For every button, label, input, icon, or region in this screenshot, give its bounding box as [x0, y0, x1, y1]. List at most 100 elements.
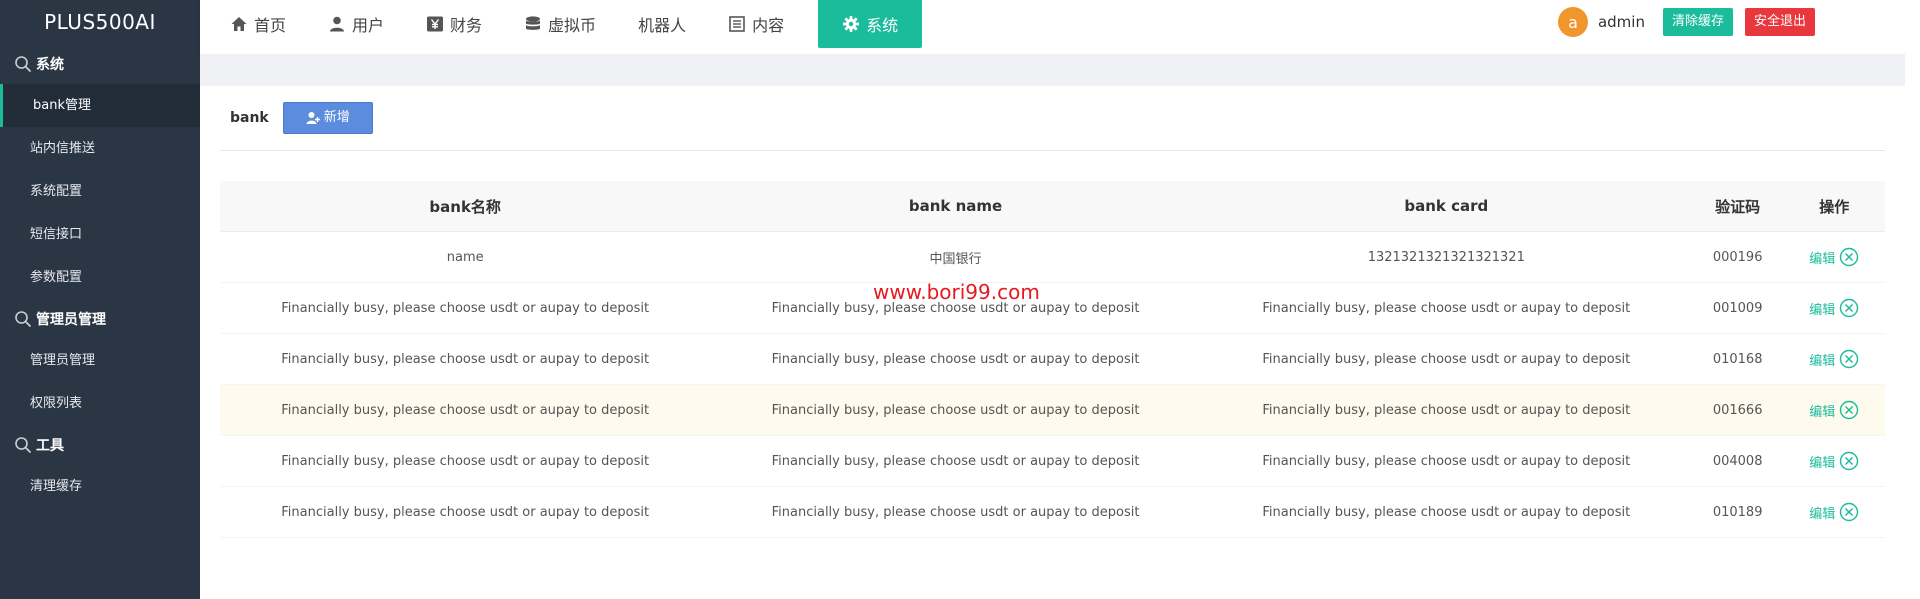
delete-circle-x-icon[interactable]	[1839, 502, 1859, 522]
edit-link[interactable]: 编辑	[1809, 248, 1835, 267]
edit-link[interactable]: 编辑	[1809, 401, 1835, 420]
topnav-users[interactable]: 用户	[304, 0, 402, 48]
sidebar-item-sms[interactable]: 短信接口	[0, 213, 200, 256]
sidebar-item-admins[interactable]: 管理员管理	[0, 339, 200, 382]
cell-bank-name: Financially busy, please choose usdt or …	[710, 333, 1201, 385]
toolbar: bank 新增	[220, 86, 1885, 151]
row-actions: 编辑	[1809, 502, 1859, 522]
cell-bank-name: 中国银行	[710, 231, 1201, 283]
delete-circle-x-icon[interactable]	[1839, 400, 1859, 420]
cell-bank-name: Financially busy, please choose usdt or …	[710, 486, 1201, 538]
topnav-content[interactable]: 内容	[704, 0, 802, 48]
logout-button[interactable]: 安全退出	[1744, 8, 1815, 36]
yen-icon	[426, 15, 444, 33]
topnav-label: 内容	[752, 16, 785, 35]
top-nav: 首页 用户 财务 虚拟币 机器人 内容 系统	[200, 0, 923, 54]
header-bank-card[interactable]: bank card	[1200, 181, 1692, 232]
delete-circle-x-icon[interactable]	[1839, 247, 1859, 267]
clear-cache-button[interactable]: 清除缓存	[1662, 8, 1733, 36]
search-icon	[14, 55, 32, 73]
topnav-robot[interactable]: 机器人	[614, 0, 704, 48]
cell-bank-name-cn: name	[220, 231, 711, 283]
topnav-finance[interactable]: 财务	[402, 0, 500, 48]
sidebar-item-permissions[interactable]: 权限列表	[0, 382, 200, 425]
edit-link[interactable]: 编辑	[1809, 452, 1835, 471]
sidebar-group-system[interactable]: 系统	[0, 44, 200, 84]
cell-code: 010189	[1691, 486, 1784, 538]
table-row: Financially busy, please choose usdt or …	[220, 486, 1885, 538]
add-button[interactable]: 新增	[282, 102, 373, 134]
cell-code: 000196	[1691, 231, 1784, 283]
content-header-strip	[200, 54, 1905, 86]
avatar[interactable]: a	[1557, 7, 1588, 37]
cell-code: 001009	[1691, 282, 1784, 334]
table-row: name 中国银行 1321321321321321321 000196 编辑	[220, 231, 1885, 283]
delete-circle-x-icon[interactable]	[1839, 451, 1859, 471]
topnav-label: 首页	[254, 16, 287, 35]
cell-bank-card: 1321321321321321321	[1200, 231, 1692, 283]
add-button-label: 新增	[323, 110, 350, 125]
cell-bank-name-cn: Financially busy, please choose usdt or …	[220, 333, 711, 385]
sidebar-item-params[interactable]: 参数配置	[0, 256, 200, 299]
database-icon	[524, 15, 542, 33]
sidebar-item-bank[interactable]: bank管理	[0, 84, 200, 127]
row-actions: 编辑	[1809, 247, 1859, 267]
cell-actions: 编辑	[1783, 435, 1885, 487]
sidebar-item-message-push[interactable]: 站内信推送	[0, 127, 200, 170]
cell-bank-name-cn: Financially busy, please choose usdt or …	[220, 384, 711, 436]
row-actions: 编辑	[1809, 451, 1859, 471]
sidebar-item-system-config[interactable]: 系统配置	[0, 170, 200, 213]
header-bank-name[interactable]: bank name	[710, 181, 1201, 232]
top-bar: 首页 用户 财务 虚拟币 机器人 内容 系统 a admin 清除缓存 安全退出	[200, 0, 1905, 54]
table-row: Financially busy, please choose usdt or …	[220, 333, 1885, 385]
sidebar-group-label: 工具	[36, 438, 64, 454]
row-actions: 编辑	[1809, 298, 1859, 318]
topnav-label: 虚拟币	[548, 16, 597, 35]
search-icon	[14, 436, 32, 454]
main-content: bank 新增 bank名称 bank name bank card 验证码 操…	[220, 86, 1885, 538]
cell-bank-card: Financially busy, please choose usdt or …	[1200, 435, 1692, 487]
header-actions: 操作	[1783, 181, 1885, 232]
row-actions: 编辑	[1809, 349, 1859, 369]
delete-circle-x-icon[interactable]	[1839, 349, 1859, 369]
edit-link[interactable]: 编辑	[1809, 503, 1835, 522]
edit-link[interactable]: 编辑	[1809, 350, 1835, 369]
cell-bank-card: Financially busy, please choose usdt or …	[1200, 384, 1692, 436]
table-row: Financially busy, please choose usdt or …	[220, 282, 1885, 334]
table-row: Financially busy, please choose usdt or …	[220, 384, 1885, 436]
cell-actions: 编辑	[1783, 384, 1885, 436]
topnav-label: 用户	[352, 16, 385, 35]
add-user-icon	[306, 111, 320, 125]
table-body: name 中国银行 1321321321321321321 000196 编辑 Finan…	[220, 231, 1885, 538]
edit-link[interactable]: 编辑	[1809, 299, 1835, 318]
cell-bank-name-cn: Financially busy, please choose usdt or …	[220, 435, 711, 487]
sidebar-group-label: 系统	[36, 57, 64, 73]
home-icon	[230, 15, 248, 33]
sidebar: PLUS500AI 系统 bank管理 站内信推送 系统配置 短信接口 参数配置…	[0, 0, 200, 599]
table-header-row: bank名称 bank name bank card 验证码 操作	[220, 181, 1885, 232]
topnav-home[interactable]: 首页	[200, 0, 304, 48]
delete-circle-x-icon[interactable]	[1839, 298, 1859, 318]
table-row: Financially busy, please choose usdt or …	[220, 435, 1885, 487]
section-label: bank	[230, 110, 269, 126]
cell-code: 010168	[1691, 333, 1784, 385]
sidebar-group-admin[interactable]: 管理员管理	[0, 299, 200, 339]
topnav-label: 财务	[450, 16, 483, 35]
topnav-system[interactable]: 系统	[818, 0, 923, 48]
sidebar-group-tools[interactable]: 工具	[0, 425, 200, 465]
topnav-crypto[interactable]: 虚拟币	[500, 0, 614, 48]
topnav-label: 系统	[866, 16, 899, 35]
page-scrollbar[interactable]	[1905, 0, 1920, 599]
header-code[interactable]: 验证码	[1691, 181, 1784, 232]
user-area: a admin 清除缓存 安全退出	[1557, 0, 1905, 44]
admin-name[interactable]: admin	[1598, 13, 1645, 31]
search-icon	[14, 310, 32, 328]
gear-icon	[842, 15, 860, 33]
cell-bank-card: Financially busy, please choose usdt or …	[1200, 486, 1692, 538]
topnav-label: 机器人	[638, 16, 687, 35]
cell-code: 001666	[1691, 384, 1784, 436]
row-actions: 编辑	[1809, 400, 1859, 420]
header-bank-name-cn[interactable]: bank名称	[220, 181, 711, 232]
sidebar-item-clear-cache[interactable]: 清理缓存	[0, 465, 200, 508]
list-icon	[728, 15, 746, 33]
